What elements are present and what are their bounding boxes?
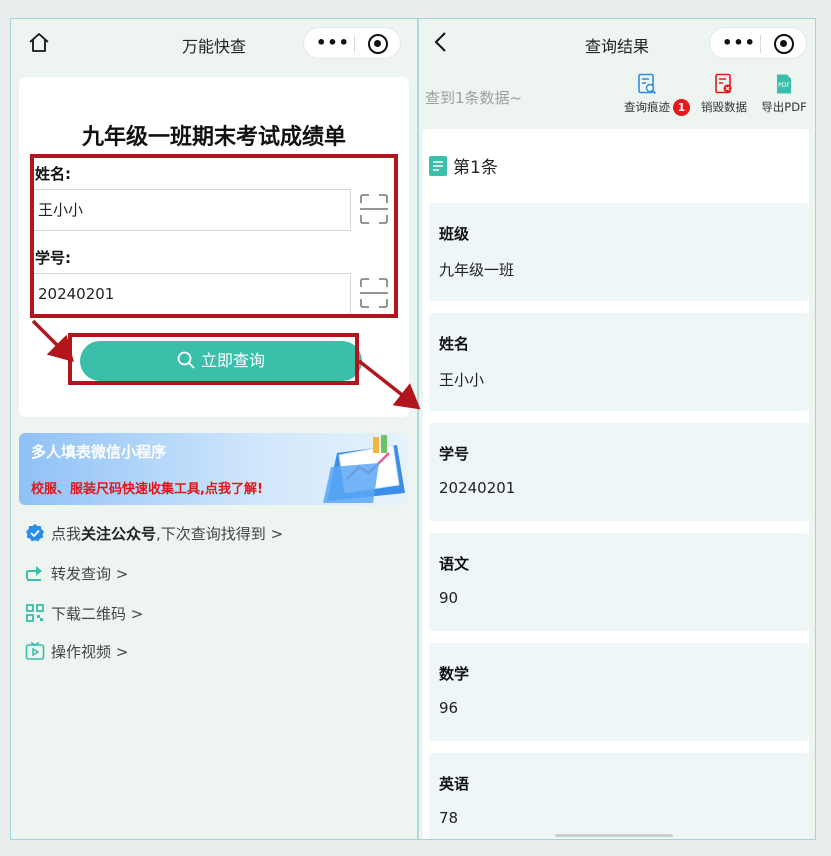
capsule-divider xyxy=(760,35,761,53)
destroy-data-label: 销毁数据 xyxy=(701,100,747,114)
pdf-icon: PDF xyxy=(777,74,791,94)
query-form: 九年级一班期末考试成绩单 姓名: 王小小 学号: 20240201 立即查询 xyxy=(19,77,409,417)
result-field-card: 姓名 王小小 xyxy=(429,313,809,411)
tutorial-video-link[interactable]: 操作视频 > xyxy=(25,641,128,663)
export-pdf-label: 导出PDF xyxy=(761,100,807,114)
delete-data-icon xyxy=(715,73,732,94)
more-icon[interactable]: ••• xyxy=(720,34,758,54)
field-key: 语文 xyxy=(439,555,470,573)
video-icon xyxy=(25,641,45,660)
list-icon xyxy=(429,156,447,176)
download-qrcode-link[interactable]: 下载二维码 > xyxy=(25,603,143,625)
target-icon[interactable] xyxy=(774,34,794,54)
follow-account-name: 关注公众号 xyxy=(81,525,157,543)
scroll-indicator xyxy=(555,834,673,837)
query-page: 万能快查 ••• 九年级一班期末考试成绩单 姓名: 王小小 学号: 202402… xyxy=(11,19,417,839)
verified-icon xyxy=(26,524,44,542)
follow-suffix: ,下次查询找得到 > xyxy=(156,525,284,543)
target-icon[interactable] xyxy=(368,34,388,54)
tutorial-video-label: 操作视频 > xyxy=(51,643,129,661)
field-key: 英语 xyxy=(439,775,470,793)
export-pdf-button[interactable]: PDF 导出PDF xyxy=(757,73,811,115)
result-toolbar: 查到1条数据~ 查询痕迹 1 销毁数据 PDF 导出PDF xyxy=(419,67,815,125)
entry-header: 第1条 xyxy=(429,153,498,178)
banner-title: 多人填表微信小程序 xyxy=(31,443,167,461)
result-field-card: 学号 20240201 xyxy=(429,423,809,521)
field-key: 数学 xyxy=(439,665,470,683)
mini-program-capsule: ••• xyxy=(709,27,807,59)
banner-subtitle: 校服、服装尺码快速收集工具,点我了解! xyxy=(31,482,263,497)
capsule-divider xyxy=(354,35,355,53)
follow-account-link[interactable]: 点我关注公众号,下次查询找得到 > xyxy=(25,523,283,545)
field-value: 78 xyxy=(439,809,459,827)
fields-highlight-box xyxy=(30,154,398,318)
download-qrcode-label: 下载二维码 > xyxy=(51,605,144,623)
nav-bar: 查询结果 ••• xyxy=(419,19,815,67)
follow-prefix: 点我 xyxy=(51,525,82,543)
more-icon[interactable]: ••• xyxy=(314,34,352,54)
screenshot-frame: 万能快查 ••• 九年级一班期末考试成绩单 姓名: 王小小 学号: 202402… xyxy=(10,18,816,840)
share-query-label: 转发查询 > xyxy=(51,565,129,583)
result-page: 查询结果 ••• 查到1条数据~ 查询痕迹 1 销毁数据 PDF 导出PDF 第… xyxy=(419,19,815,839)
field-key: 班级 xyxy=(439,225,470,243)
field-value: 20240201 xyxy=(439,479,516,497)
destroy-data-button[interactable]: 销毁数据 xyxy=(697,73,751,115)
button-highlight-box xyxy=(68,333,359,385)
qrcode-icon xyxy=(26,604,44,622)
field-key: 姓名 xyxy=(439,335,470,353)
share-query-link[interactable]: 转发查询 > xyxy=(25,563,128,585)
query-history-button[interactable]: 查询痕迹 xyxy=(619,73,675,115)
result-count: 查到1条数据~ xyxy=(425,89,523,107)
nav-bar: 万能快查 ••• xyxy=(11,19,417,67)
svg-text:PDF: PDF xyxy=(778,82,790,89)
field-value: 90 xyxy=(439,589,459,607)
result-field-card: 班级 九年级一班 xyxy=(429,203,809,301)
field-value: 96 xyxy=(439,699,459,717)
folder-chart-illustration xyxy=(323,435,405,503)
promo-banner[interactable]: 多人填表微信小程序 校服、服装尺码快速收集工具,点我了解! xyxy=(19,433,409,505)
form-title: 九年级一班期末考试成绩单 xyxy=(81,125,346,150)
share-icon xyxy=(26,566,42,581)
field-key: 学号 xyxy=(439,445,470,463)
entry-title: 第1条 xyxy=(453,158,498,178)
field-value: 九年级一班 xyxy=(439,261,515,279)
query-history-label: 查询痕迹 xyxy=(624,100,670,114)
result-field-card: 语文 90 xyxy=(429,533,809,631)
mini-program-capsule: ••• xyxy=(303,27,401,59)
history-icon xyxy=(638,73,657,95)
result-field-card: 英语 78 xyxy=(429,753,809,839)
field-value: 王小小 xyxy=(439,371,485,389)
result-sheet: 第1条 班级 九年级一班 姓名 王小小 学号 20240201 语文 90 数学… xyxy=(423,129,809,839)
result-field-card: 数学 96 xyxy=(429,643,809,741)
history-count-badge: 1 xyxy=(673,99,690,116)
